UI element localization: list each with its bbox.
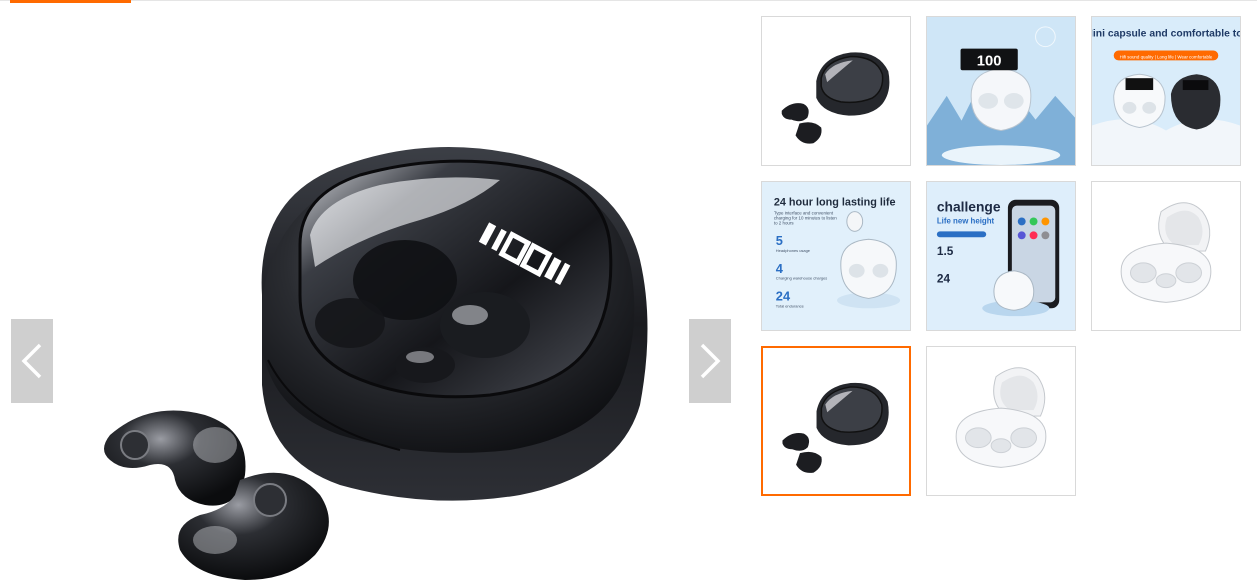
active-tab-indicator bbox=[10, 0, 131, 3]
led-display-text: 100 bbox=[977, 53, 1002, 69]
stat-total-label: Total endurance bbox=[776, 303, 805, 308]
challenge-title: challenge bbox=[937, 199, 1001, 215]
challenge-subtitle: Life new height bbox=[937, 216, 995, 225]
lasting-life-thumbnail: 24 hour long lasting life Type interface… bbox=[762, 182, 910, 330]
thumbnail-white-open-case-2[interactable] bbox=[926, 346, 1076, 496]
stat-charges-label: Charging warehouse charges bbox=[776, 276, 827, 281]
chevron-right-icon bbox=[700, 343, 721, 379]
thumbnail-black-case[interactable] bbox=[761, 16, 911, 166]
lasting-life-desc: Type interface and convenient charging f… bbox=[773, 210, 837, 226]
next-image-button[interactable] bbox=[689, 319, 731, 403]
stat-hours: 5 bbox=[776, 233, 783, 248]
chevron-left-icon bbox=[21, 343, 42, 379]
white-open-case-thumbnail-2 bbox=[955, 367, 1047, 468]
main-image-viewer[interactable] bbox=[0, 5, 745, 583]
white-case-winter-thumbnail: 100 bbox=[927, 17, 1075, 165]
stat-charges: 4 bbox=[776, 261, 784, 276]
challenge-stat2: 24 bbox=[937, 272, 951, 286]
thumbnail-grid: 100 The Mini capsule and comfortable to … bbox=[761, 16, 1241, 496]
thumbnail-lasting-life[interactable]: 24 hour long lasting life Type interface… bbox=[761, 181, 911, 331]
challenge-stat1: 1.5 bbox=[937, 244, 954, 258]
thumbnail-black-case-selected[interactable] bbox=[761, 346, 911, 496]
stat-total: 24 bbox=[776, 288, 791, 303]
earbuds-black-case-image bbox=[104, 147, 648, 580]
mini-capsule-title: The Mini capsule and comfortable to wear bbox=[1092, 29, 1240, 40]
product-gallery: 100 The Mini capsule and comfortable to … bbox=[0, 0, 1257, 583]
challenge-thumbnail: challenge Life new height 1.5 24 bbox=[927, 182, 1075, 330]
previous-image-button[interactable] bbox=[11, 319, 53, 403]
thumbnail-white-case-winter[interactable]: 100 bbox=[926, 16, 1076, 166]
white-open-case-thumbnail bbox=[1120, 202, 1212, 303]
thumbnail-challenge[interactable]: challenge Life new height 1.5 24 bbox=[926, 181, 1076, 331]
earbuds-black-case-thumbnail bbox=[781, 52, 890, 144]
thumbnail-white-open-case[interactable] bbox=[1091, 181, 1241, 331]
mini-capsule-tagline: Hifi sound quality | Long life | Wear co… bbox=[1120, 54, 1213, 59]
top-divider bbox=[0, 0, 1257, 1]
mini-capsule-thumbnail: The Mini capsule and comfortable to wear… bbox=[1092, 17, 1240, 165]
lasting-life-title: 24 hour long lasting life bbox=[774, 197, 896, 209]
thumbnail-mini-capsule[interactable]: The Mini capsule and comfortable to wear… bbox=[1091, 16, 1241, 166]
stat-hours-label: Headphones usage bbox=[776, 248, 811, 253]
earbuds-black-case-thumbnail-2 bbox=[782, 382, 889, 473]
